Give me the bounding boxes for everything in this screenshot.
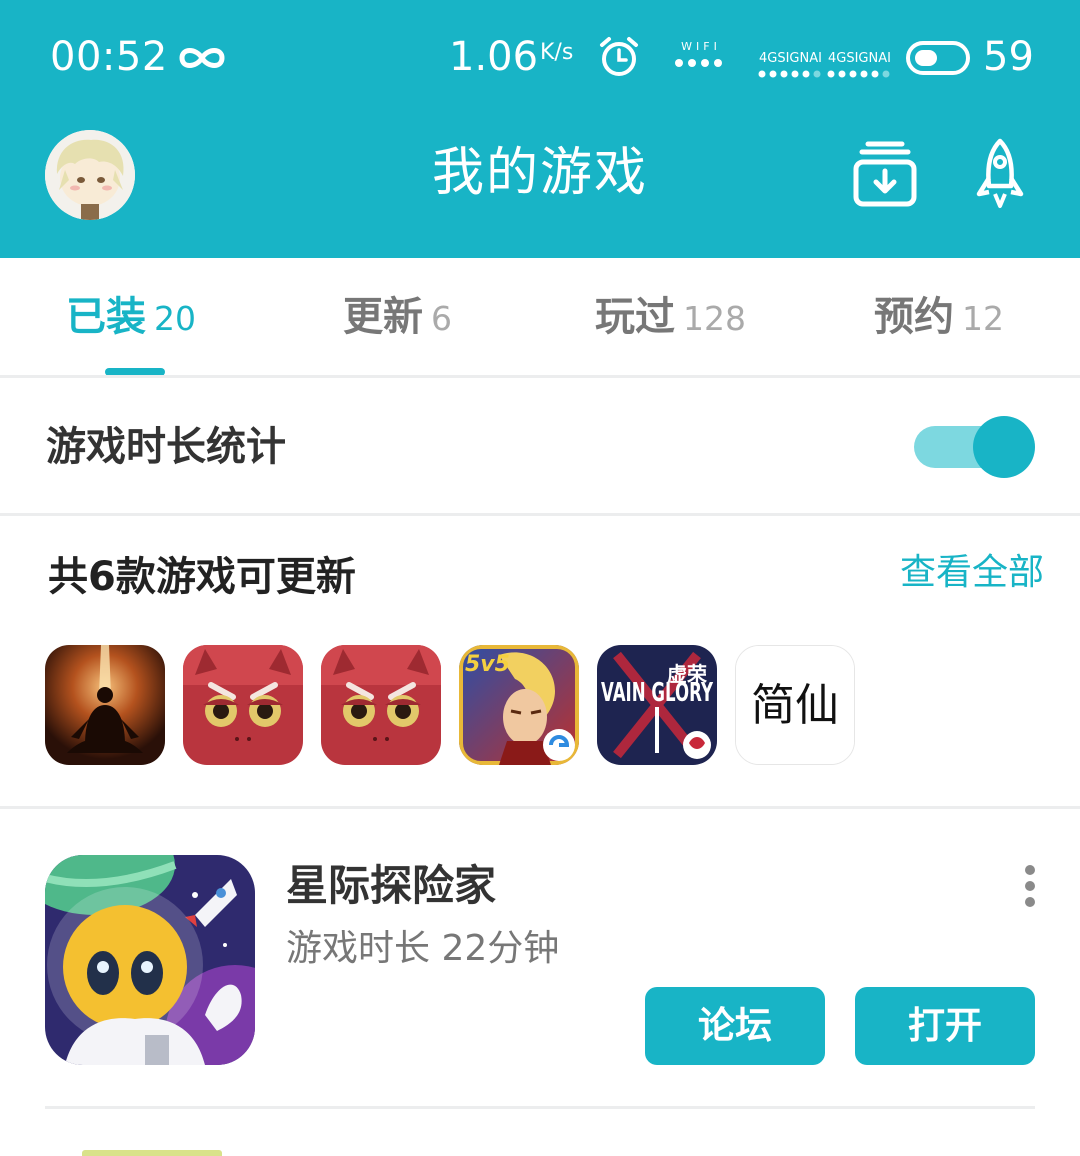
- playtime-stats-label: 游戏时长统计: [46, 424, 286, 470]
- star-explorer-game-icon[interactable]: [45, 855, 255, 1065]
- tab-played[interactable]: 玩过 128: [595, 292, 746, 342]
- tab-reserved-count: 12: [962, 299, 1004, 338]
- tab-reserved-label: 预约: [874, 294, 954, 340]
- alarm-clock-icon: [600, 37, 638, 76]
- view-all-link[interactable]: 查看全部: [900, 550, 1044, 596]
- meditating-monk-game-icon[interactable]: [45, 645, 165, 765]
- vainglory-game-icon[interactable]: VAIN GLORY 虚荣: [597, 645, 717, 765]
- download-manager-icon[interactable]: [852, 140, 918, 208]
- more-options-icon[interactable]: [1022, 864, 1038, 908]
- open-game-button[interactable]: 打开: [855, 987, 1035, 1065]
- jian-xian-logo-text: 简仙: [751, 680, 839, 731]
- game-playtime-label: 游戏时长: [286, 928, 431, 969]
- honor-of-kings-game-icon[interactable]: 5v5: [459, 645, 579, 765]
- tab-installed[interactable]: 已装 20: [66, 292, 196, 342]
- tab-reserved[interactable]: 预约 12: [874, 292, 1004, 342]
- signal-label-sim2: 4GSIGNAI: [828, 51, 890, 66]
- tab-updates[interactable]: 更新 6: [343, 292, 452, 342]
- game-name: 星际探险家: [286, 861, 497, 910]
- battery-level: 59: [983, 34, 1034, 80]
- status-time: 00:52: [50, 34, 168, 80]
- next-game-icon-peek: [82, 1150, 222, 1156]
- status-net-speed: 1.06: [449, 34, 539, 80]
- wifi-label: WIFI: [681, 40, 721, 53]
- list-divider: [45, 1106, 1035, 1109]
- tab-installed-count: 20: [154, 299, 196, 338]
- signal-icon-sim2: 4GSIGNAI: [827, 51, 890, 78]
- battery-icon: [906, 41, 970, 75]
- section-divider: [0, 806, 1080, 809]
- red-monster-game-icon-2[interactable]: [321, 645, 441, 765]
- wifi-icon: WIFI: [675, 40, 722, 67]
- section-divider: [0, 513, 1080, 516]
- playtime-stats-toggle-knob[interactable]: [973, 416, 1035, 478]
- red-monster-game-icon-1[interactable]: [183, 645, 303, 765]
- honor-of-kings-badge: 5v5: [465, 652, 510, 677]
- vainglory-logo-cn: 虚荣: [667, 662, 708, 686]
- tab-played-label: 玩过: [595, 294, 675, 340]
- updates-title: 共6款游戏可更新: [48, 554, 356, 600]
- jian-xian-game-icon[interactable]: 简仙: [735, 645, 855, 765]
- infinity-icon: [179, 48, 225, 68]
- tabs-divider: [0, 375, 1080, 378]
- game-playtime-value: 22分钟: [441, 928, 560, 969]
- page-title: 我的游戏: [431, 143, 648, 203]
- signal-label-sim1: 4GSIGNAI: [759, 51, 821, 66]
- rocket-icon[interactable]: [975, 138, 1025, 210]
- game-playtime: 游戏时长 22分钟: [286, 926, 559, 972]
- tab-installed-label: 已装: [66, 294, 146, 340]
- status-net-speed-unit: K/s: [540, 40, 574, 65]
- forum-button[interactable]: 论坛: [645, 987, 825, 1065]
- tab-played-count: 128: [683, 299, 746, 338]
- signal-icon-sim1: 4GSIGNAI: [758, 51, 821, 78]
- tab-updates-label: 更新: [343, 294, 423, 340]
- tab-updates-count: 6: [431, 299, 452, 338]
